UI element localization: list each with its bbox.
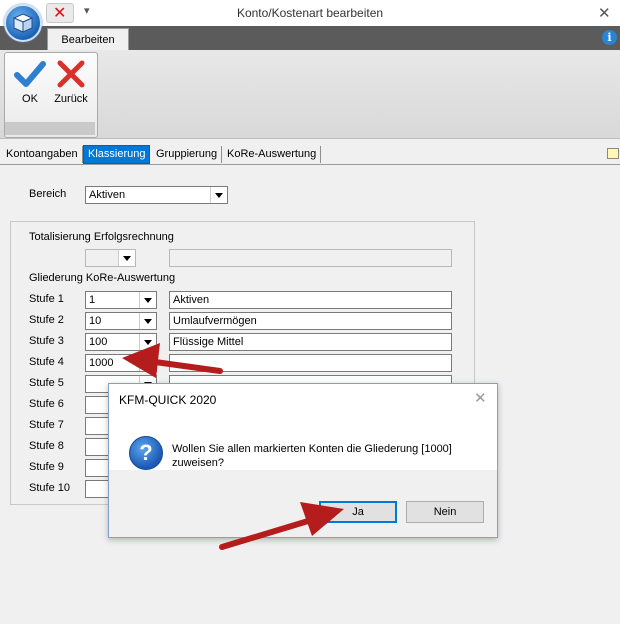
totalisierung-select[interactable]	[85, 249, 136, 267]
gliederung-label: Gliederung KoRe-Auswertung	[29, 272, 176, 284]
stufe-label: Stufe 4	[29, 356, 64, 368]
tab-kontoangaben[interactable]: Kontoangaben	[2, 146, 83, 163]
cube-icon	[12, 13, 34, 33]
confirm-dialog: KFM-QUICK 2020 ✕ ? Wollen Sie allen mark…	[108, 383, 498, 538]
stufe-label: Stufe 10	[29, 482, 70, 494]
dialog-close-button[interactable]: ✕	[474, 389, 487, 407]
ok-label: OK	[22, 93, 38, 105]
quick-access-close-button[interactable]: ✕	[46, 3, 74, 23]
ribbon-tab-bearbeiten[interactable]: Bearbeiten	[47, 28, 129, 51]
checkmark-icon	[14, 61, 46, 87]
yes-button[interactable]: Ja	[319, 501, 397, 523]
stufe-label: Stufe 3	[29, 335, 64, 347]
ok-button[interactable]: OK	[10, 55, 50, 115]
chevron-down-icon[interactable]	[139, 355, 156, 371]
window-close-button[interactable]: ✕	[598, 4, 611, 22]
chevron-down-icon[interactable]	[210, 187, 227, 203]
app-menu-button[interactable]	[4, 4, 42, 42]
chevron-down-icon[interactable]	[118, 250, 135, 266]
stufe-label: Stufe 7	[29, 419, 64, 431]
bereich-label: Bereich	[29, 188, 67, 200]
bereich-value: Aktiven	[89, 189, 126, 201]
tab-gruppierung[interactable]: Gruppierung	[152, 146, 223, 163]
totalisierung-label: Totalisierung Erfolgsrechnung	[29, 231, 174, 243]
tab-klassierung[interactable]: Klassierung	[83, 145, 151, 164]
stufe-text[interactable]: Flüssige Mittel	[169, 333, 452, 351]
ribbon-group-footer	[5, 122, 95, 135]
back-label: Zurück	[54, 93, 88, 105]
quick-access-dropdown-icon[interactable]: ▾	[84, 4, 90, 17]
x-icon	[57, 60, 85, 88]
chevron-down-icon[interactable]	[139, 313, 156, 329]
stufe-label: Stufe 6	[29, 398, 64, 410]
stufe-code-select[interactable]: 100	[85, 333, 157, 351]
stufe-text[interactable]: Aktiven	[169, 291, 452, 309]
stufe-label: Stufe 8	[29, 440, 64, 452]
info-icon[interactable]: i	[602, 30, 617, 45]
tab-kore-auswertung[interactable]: KoRe-Auswertung	[223, 146, 322, 163]
stufe-label: Stufe 5	[29, 377, 64, 389]
dialog-title: KFM-QUICK 2020	[119, 393, 217, 407]
bereich-select[interactable]: Aktiven	[85, 186, 228, 204]
stufe-code-select[interactable]: 10	[85, 312, 157, 330]
dialog-message: Wollen Sie allen markierten Konten die G…	[172, 443, 452, 469]
tab-strip-divider	[0, 164, 620, 165]
no-button[interactable]: Nein	[406, 501, 484, 523]
window-title: Konto/Kostenart bearbeiten	[236, 6, 384, 20]
chevron-down-icon[interactable]	[139, 334, 156, 350]
stufe-code-select[interactable]: 1000	[85, 354, 157, 372]
stufe-label: Stufe 9	[29, 461, 64, 473]
panel-toggle-icon[interactable]	[607, 148, 619, 159]
chevron-down-icon[interactable]	[139, 292, 156, 308]
close-icon: ✕	[53, 5, 67, 22]
totalisierung-text[interactable]	[169, 249, 452, 267]
stufe-text[interactable]	[169, 354, 452, 372]
back-button[interactable]: Zurück	[50, 55, 92, 115]
stufe-label: Stufe 1	[29, 293, 64, 305]
stufe-label: Stufe 2	[29, 314, 64, 326]
stufe-text[interactable]: Umlaufvermögen	[169, 312, 452, 330]
question-icon: ?	[129, 436, 163, 470]
stufe-code-select[interactable]: 1	[85, 291, 157, 309]
title-bar: Konto/Kostenart bearbeiten	[0, 0, 620, 26]
